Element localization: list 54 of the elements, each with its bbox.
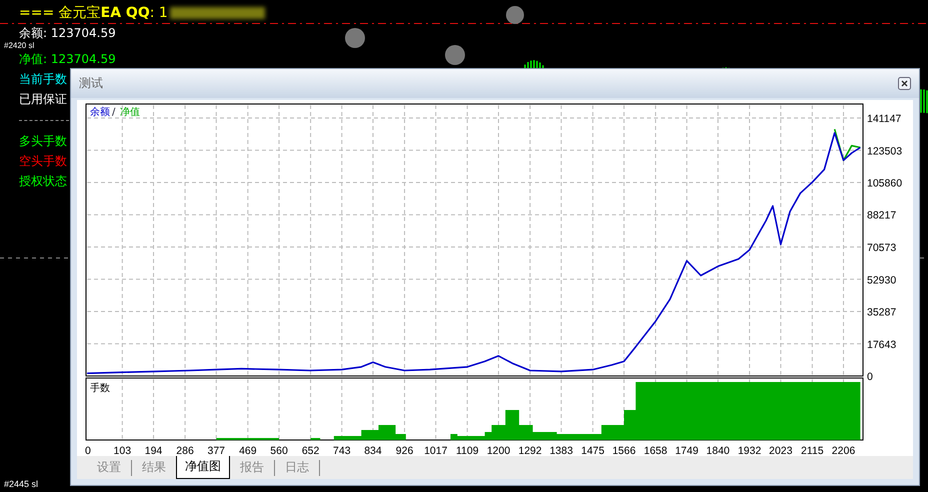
axis-label: 35287 <box>867 306 896 318</box>
axis-label: 469 <box>239 444 257 456</box>
axis-label: 1840 <box>706 444 730 456</box>
axis-label: 377 <box>208 444 226 456</box>
tab[interactable]: 设置 <box>87 456 131 479</box>
info-text: 授权状态 <box>19 174 67 189</box>
axis-label: 2023 <box>769 444 792 456</box>
order-label: #2420 sl <box>4 41 34 50</box>
axis-label: 123503 <box>867 145 902 158</box>
legend-label: 余额 <box>90 106 110 118</box>
axis-label: 1566 <box>612 444 636 456</box>
axis-label: 286 <box>176 444 194 456</box>
axis-label: 834 <box>364 444 382 456</box>
axis-label: 88217 <box>867 210 896 222</box>
axis-label: 105860 <box>867 177 902 190</box>
axis-label: 1383 <box>550 444 573 456</box>
axis-label: 1658 <box>644 444 668 456</box>
axis-label: 1200 <box>486 444 510 456</box>
tab[interactable]: 结果 <box>132 456 176 479</box>
info-text: 净值: 123704.59 <box>19 52 116 67</box>
axis-label: 1109 <box>456 444 479 456</box>
axis-label: 17643 <box>867 338 896 351</box>
info-text: 余额: 123704.59 <box>19 26 116 41</box>
axis-label: 141147 <box>867 112 902 125</box>
info-text: 空头手数 <box>19 154 67 169</box>
axis-label: 0 <box>85 444 91 456</box>
tab[interactable]: 日志 <box>275 456 319 479</box>
axis-label: 743 <box>333 444 351 456</box>
axis-label: 52930 <box>867 274 896 286</box>
axis-label: 1932 <box>738 444 762 456</box>
axis-label: 1475 <box>581 444 604 456</box>
info-text: 已用保证 <box>19 92 67 107</box>
axis-label: 194 <box>144 444 162 456</box>
axis-label: 560 <box>270 444 288 456</box>
axis-label: 1292 <box>518 444 542 456</box>
info-text: 当前手数 <box>19 72 67 87</box>
axis-label: 2115 <box>800 444 824 456</box>
panel-heading: === 金元宝EA QQ: 1 <box>19 5 168 21</box>
axis-label: 0 <box>867 370 873 383</box>
pane-label: 手数 <box>90 382 110 394</box>
axis-label: 1017 <box>424 444 448 456</box>
axis-label: 652 <box>302 444 320 456</box>
order-label: #2445 sl <box>4 479 38 489</box>
axis-label: 103 <box>114 444 132 456</box>
axis-label: 70573 <box>867 242 896 254</box>
legend-label: 净值 <box>120 106 140 118</box>
tab[interactable]: 净值图 <box>176 456 230 479</box>
axis-label: 926 <box>396 444 414 456</box>
legend-separator: / <box>112 106 116 118</box>
axis-label: 2206 <box>832 444 856 456</box>
axis-label: 1749 <box>675 444 698 456</box>
tab[interactable]: 报告 <box>230 456 274 479</box>
window-title: 测试 <box>79 74 103 92</box>
info-text: 多头手数 <box>19 134 67 149</box>
